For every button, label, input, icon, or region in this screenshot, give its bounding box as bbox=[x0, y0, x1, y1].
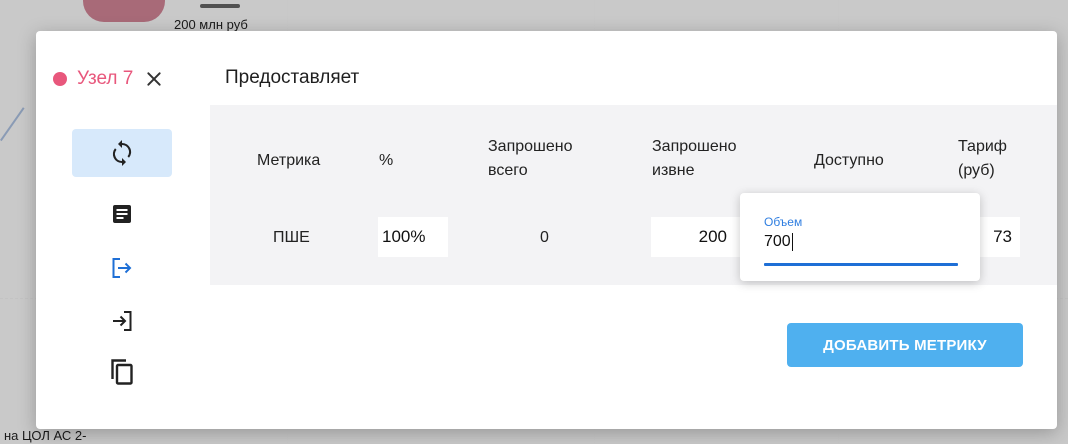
column-header-requested-total-line2: всего bbox=[488, 162, 528, 179]
node-status-dot bbox=[53, 72, 67, 86]
background-node-label: 200 млн руб bbox=[174, 17, 248, 32]
document-icon bbox=[113, 205, 131, 223]
add-metric-button[interactable]: ДОБАВИТЬ МЕТРИКУ bbox=[787, 323, 1023, 367]
close-icon[interactable] bbox=[143, 68, 165, 90]
text-caret bbox=[791, 233, 793, 251]
column-header-tariff-line2: (руб) bbox=[958, 162, 995, 179]
column-header-metric: Метрика bbox=[257, 152, 321, 169]
node-dialog: Узел 7 Предоставляет Метрика % Запрошено… bbox=[36, 31, 1057, 429]
column-header-tariff-line1: Тариф bbox=[958, 138, 1007, 155]
column-header-requested-outside-line1: Запрошено bbox=[652, 138, 737, 155]
cell-metric: ПШЕ bbox=[273, 229, 310, 246]
volume-popup: Объем 700 bbox=[740, 193, 980, 281]
column-header-requested-outside-line2: извне bbox=[652, 162, 695, 179]
column-header-percent: % bbox=[379, 152, 394, 169]
background-node bbox=[83, 0, 165, 22]
background-node-text-fragment bbox=[200, 4, 240, 8]
volume-input-underline bbox=[764, 263, 958, 266]
volume-label: Объем bbox=[764, 215, 803, 229]
percent-input[interactable]: 100% bbox=[378, 217, 448, 257]
column-header-requested-total: Запрошено всего bbox=[488, 135, 573, 183]
refresh-icon bbox=[112, 140, 132, 166]
dialog-header: Узел 7 bbox=[53, 65, 165, 93]
volume-value: 700 bbox=[764, 233, 791, 251]
export-button[interactable] bbox=[72, 253, 172, 283]
column-header-tariff: Тариф (руб) bbox=[958, 135, 1007, 183]
column-header-requested-total-line1: Запрошено bbox=[488, 138, 573, 155]
node-title: Узел 7 bbox=[77, 68, 134, 89]
document-button[interactable] bbox=[72, 200, 172, 248]
copy-icon bbox=[111, 359, 133, 385]
background-edge bbox=[0, 107, 25, 142]
column-header-available: Доступно bbox=[814, 152, 884, 169]
requested-outside-input[interactable]: 200 bbox=[651, 217, 747, 257]
column-header-requested-outside: Запрошено извне bbox=[652, 135, 737, 183]
copy-button[interactable] bbox=[72, 355, 172, 389]
export-icon bbox=[112, 258, 132, 278]
section-title: Предоставляет bbox=[225, 67, 360, 88]
refresh-button[interactable] bbox=[72, 129, 172, 177]
background-bottom-label: на ЦОЛ АС 2- bbox=[4, 428, 87, 443]
cell-requested-total: 0 bbox=[540, 229, 549, 246]
volume-input[interactable]: 700 bbox=[764, 233, 793, 251]
import-icon bbox=[113, 311, 132, 331]
import-button[interactable] bbox=[72, 306, 172, 336]
